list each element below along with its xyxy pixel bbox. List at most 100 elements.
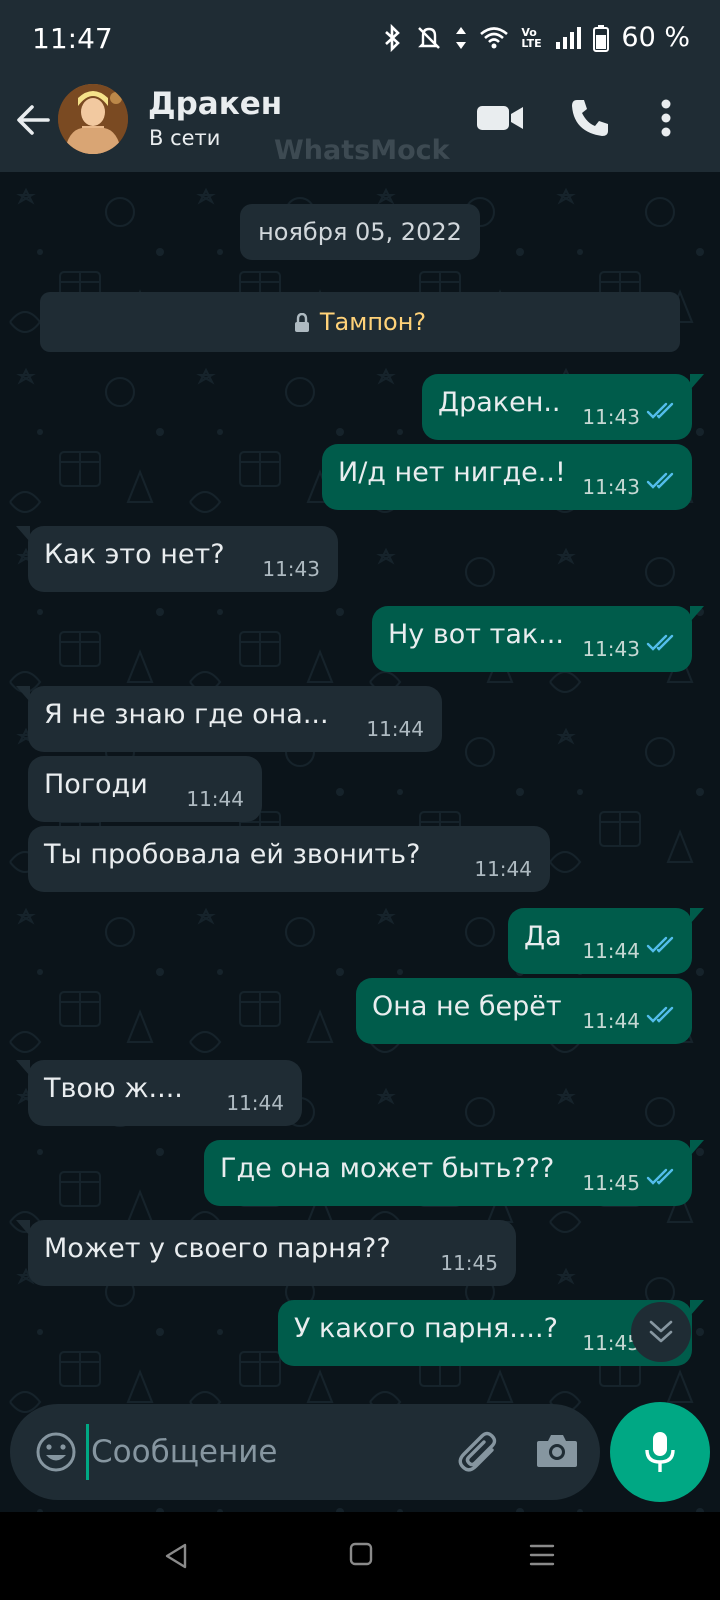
paperclip-icon (458, 1431, 497, 1472)
read-receipt-icon (646, 936, 674, 953)
status-icons: Vo LTE 60 % (383, 22, 690, 53)
nav-recents-button[interactable] (528, 1542, 556, 1572)
menu-lines-icon (529, 1544, 555, 1566)
message-text: Погоди (44, 769, 148, 800)
voice-call-button[interactable] (568, 96, 612, 144)
arrow-left-icon (17, 105, 50, 135)
bubble-tail (16, 526, 30, 542)
signal-icon (556, 26, 582, 49)
more-options-button[interactable] (660, 98, 672, 142)
outgoing-message[interactable]: Где она может быть??? 11:45 (204, 1140, 704, 1206)
bubble-tail (16, 1220, 30, 1236)
message-text: И/д нет нигде..! (338, 457, 566, 488)
message-time: 11:43 (582, 475, 640, 499)
read-receipt-icon (646, 402, 674, 419)
camera-icon (537, 1435, 577, 1467)
status-time: 11:47 (32, 22, 113, 55)
incoming-message[interactable]: Я не знаю где она... 11:44 (16, 686, 442, 752)
microphone-icon (645, 1432, 675, 1472)
message-text: Твою ж.... (44, 1073, 183, 1104)
message-text: Ты пробовала ей звонить? (44, 839, 421, 870)
bubble-tail (16, 1060, 30, 1076)
message-input[interactable] (86, 1424, 436, 1480)
contact-status: В сети (149, 126, 221, 150)
more-vertical-icon (661, 99, 671, 137)
message-text: Она не берёт (372, 991, 562, 1022)
read-receipt-icon (646, 634, 674, 651)
message-text: Как это нет? (44, 539, 225, 570)
volte-label: Vo LTE (521, 25, 542, 50)
outgoing-message[interactable]: У какого парня....? 11:45 (278, 1300, 704, 1366)
encryption-notice[interactable]: Тампон? (40, 292, 680, 352)
emoji-button[interactable] (34, 1430, 78, 1478)
chat-header: Дракен В сети WhatsMock (0, 80, 720, 172)
contact-name[interactable]: Дракен (148, 86, 282, 122)
emoji-icon (36, 1432, 76, 1472)
lock-icon (294, 313, 309, 332)
message-text: Я не знаю где она... (44, 699, 329, 730)
message-text: Дракен.. (438, 387, 561, 418)
status-bar: 11:47 Vo LTE 60 % (0, 0, 720, 80)
encryption-notice-text: Тампон? (319, 308, 427, 336)
video-call-button[interactable] (476, 102, 524, 138)
bluetooth-icon (385, 23, 401, 52)
back-button[interactable] (14, 100, 54, 140)
composer (10, 1404, 600, 1500)
incoming-message[interactable]: Погоди 11:44 (28, 756, 262, 822)
nav-home-button[interactable] (349, 1542, 373, 1570)
message-time: 11:44 (582, 1009, 640, 1033)
bubble-tail (690, 606, 704, 622)
nav-back-button[interactable] (163, 1542, 189, 1574)
message-time: 11:43 (582, 405, 640, 429)
avatar[interactable] (58, 84, 128, 154)
incoming-message[interactable]: Ты пробовала ей звонить? 11:44 (28, 826, 550, 892)
phone-icon (572, 100, 608, 136)
message-text: Ну вот так... (388, 619, 564, 650)
attach-button[interactable] (456, 1428, 504, 1480)
square-home-icon (349, 1542, 373, 1566)
incoming-message[interactable]: Может у своего парня?? 11:45 (16, 1220, 516, 1286)
data-arrows-icon (456, 26, 467, 49)
voice-message-button[interactable] (610, 1402, 710, 1502)
message-time: 11:44 (582, 939, 640, 963)
video-camera-icon (477, 106, 523, 130)
read-receipt-icon (646, 1168, 674, 1185)
outgoing-message[interactable]: Да 11:44 (508, 908, 704, 974)
incoming-message[interactable]: Твою ж.... 11:44 (16, 1060, 302, 1126)
message-text: Где она может быть??? (220, 1153, 555, 1184)
message-time: 11:45 (582, 1171, 640, 1195)
bubble-tail (690, 1300, 704, 1316)
outgoing-message[interactable]: И/д нет нигде..! 11:43 (322, 444, 692, 510)
scroll-to-bottom-button[interactable] (631, 1302, 691, 1362)
incoming-message[interactable]: Как это нет? 11:43 (16, 526, 338, 592)
battery-icon (593, 24, 610, 52)
message-time: 11:45 (582, 1331, 640, 1355)
chat-area[interactable]: ноября 05, 2022 Тампон? Дракен.. 11:43 И/д… (0, 172, 720, 1512)
outgoing-message[interactable]: Она не берёт 11:44 (356, 978, 692, 1044)
battery-percentage: 60 % (621, 22, 690, 53)
message-text: Может у своего парня?? (44, 1233, 391, 1264)
camera-button[interactable] (536, 1432, 578, 1472)
bubble-tail (16, 686, 30, 702)
watermark: WhatsMock (274, 135, 450, 166)
system-navigation-bar (0, 1512, 720, 1600)
triangle-back-icon (165, 1543, 187, 1569)
read-receipt-icon (646, 1006, 674, 1023)
message-time: 11:43 (582, 637, 640, 661)
outgoing-message[interactable]: Дракен.. 11:43 (422, 374, 704, 440)
double-chevron-down-icon (649, 1320, 673, 1343)
message-time: 11:44 (366, 717, 424, 741)
message-text: У какого парня....? (294, 1313, 558, 1344)
date-divider: ноября 05, 2022 (240, 204, 480, 260)
bubble-tail (690, 908, 704, 924)
message-time: 11:44 (226, 1091, 284, 1115)
wifi-icon (480, 26, 509, 48)
message-text: Да (524, 921, 562, 952)
avatar-image (58, 84, 128, 154)
bubble-tail (690, 374, 704, 390)
read-receipt-icon (646, 472, 674, 489)
message-time: 11:45 (440, 1251, 498, 1275)
message-time: 11:44 (474, 857, 532, 881)
message-time: 11:43 (262, 557, 320, 581)
outgoing-message[interactable]: Ну вот так... 11:43 (372, 606, 704, 672)
